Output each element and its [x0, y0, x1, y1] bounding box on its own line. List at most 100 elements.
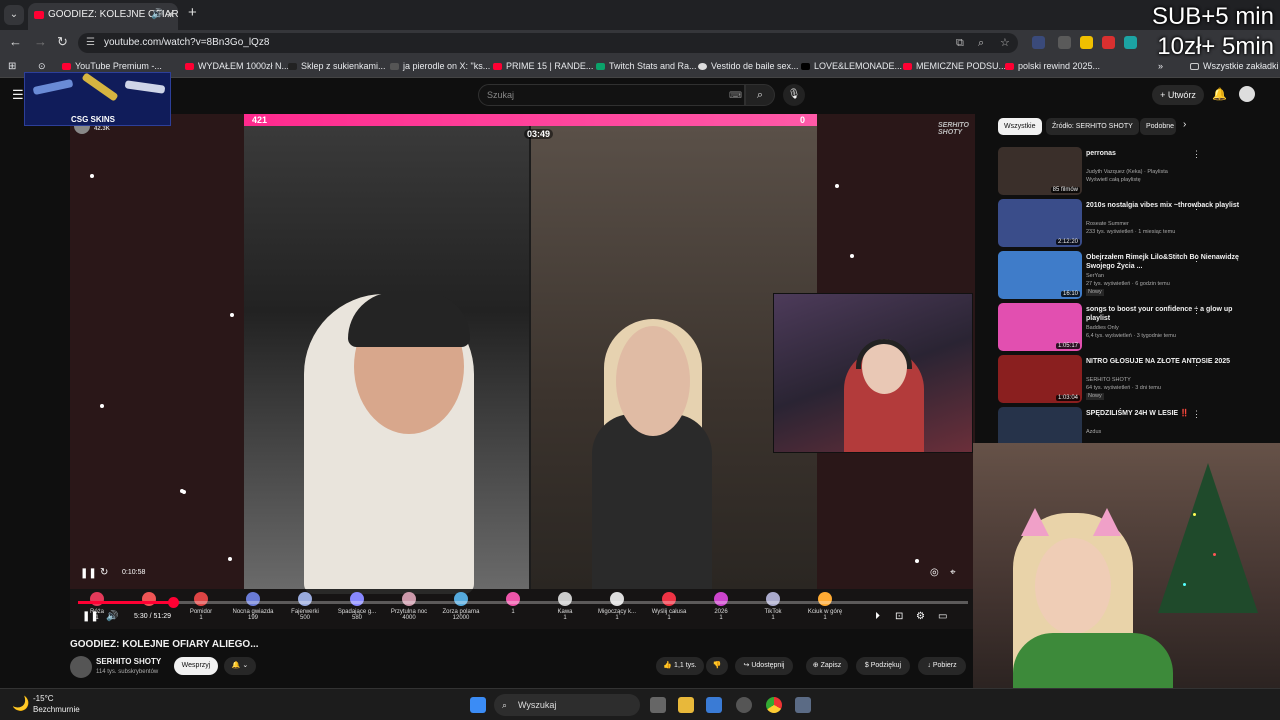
miniplayer-icon[interactable]: ▭ [938, 611, 947, 622]
settings-gear-icon[interactable]: ⚙ [916, 611, 925, 622]
keyboard-icon[interactable]: ⌨ [729, 85, 742, 105]
browser-tab-youtube[interactable]: GOODIEZ: KOLEJNE OFIARY 🔊 ✕ [28, 3, 178, 30]
more-options-icon[interactable]: ⋮ [1192, 253, 1201, 264]
more-options-icon[interactable]: ⋮ [1192, 201, 1201, 212]
bookmark-star-icon[interactable]: ☆ [1000, 33, 1010, 53]
bookmark-item[interactable]: MEMICZNE PODSU... [903, 61, 1006, 71]
more-options-icon[interactable]: ⋮ [1192, 409, 1201, 420]
install-app-icon[interactable]: ⧉ [956, 33, 964, 53]
gift-item[interactable]: Przytulna noc 4000 [387, 592, 431, 621]
gift-item[interactable]: Kawa 1 [543, 592, 587, 621]
recommended-title[interactable]: Obejrzałem Rimejk Lilo&Stitch Bo Nienawi… [1086, 253, 1246, 271]
recommended-video[interactable]: 85 filmów perronas Judyth Vazquez (Keka) ·… [998, 147, 1270, 195]
start-icon[interactable] [470, 697, 486, 713]
file-explorer-icon[interactable] [678, 697, 694, 713]
back-icon[interactable]: ← [9, 34, 22, 49]
gift-item[interactable]: Kciuk w górę 1 [803, 592, 847, 621]
support-button[interactable]: Wesprzyj [174, 657, 218, 675]
bookmark-item[interactable]: YouTube Premium -... [62, 61, 162, 71]
target-icon[interactable]: ◎ [930, 567, 939, 578]
forward-icon[interactable]: → [34, 34, 47, 49]
pause-icon[interactable]: ❚❚ [80, 568, 97, 579]
apps-grid-icon[interactable]: ⊞ [8, 61, 16, 72]
gift-item[interactable]: Wyślij całusa 1 [647, 592, 691, 621]
close-tab-icon[interactable]: ✕ [166, 3, 175, 27]
extension-icon[interactable] [1102, 36, 1115, 49]
recommended-title[interactable]: perronas [1086, 149, 1246, 158]
create-button[interactable]: + Utwórz [1152, 85, 1204, 105]
extension-icon[interactable] [1080, 36, 1093, 49]
gift-item[interactable]: Fajerwerki 500 [283, 592, 327, 621]
extension-icon[interactable] [1058, 36, 1071, 49]
zoom-icon[interactable]: ⌕ [978, 33, 984, 53]
subtitles-icon[interactable]: ⊡ [895, 611, 903, 622]
notifications-bell-button[interactable]: 🔔 ⌄ [224, 657, 256, 675]
play-pause-icon[interactable]: ❚❚ [82, 611, 99, 622]
recommended-video[interactable]: 1:05:17 songs to boost your confidence ~ … [998, 303, 1270, 351]
channel-avatar[interactable] [70, 656, 92, 678]
search-input[interactable]: Szukaj ⌨ [478, 84, 745, 106]
like-button[interactable]: 👍 1,1 tys. [656, 657, 704, 675]
site-info-icon[interactable]: ☰ [86, 33, 95, 53]
gift-item[interactable]: Nocna gwiazda 199 [231, 592, 275, 621]
crosshair-icon[interactable]: ⌖ [950, 567, 956, 578]
store-icon[interactable] [706, 697, 722, 713]
gift-item[interactable]: Spadające g... 580 [335, 592, 379, 621]
save-button[interactable]: ⊕ Zapisz [806, 657, 848, 675]
replay-icon[interactable]: ↻ [100, 567, 108, 578]
weather-icon[interactable]: 🌙 [12, 695, 29, 712]
extension-icon[interactable] [1032, 36, 1045, 49]
tab-search-button[interactable]: ⌄ [4, 5, 24, 25]
bookmark-item[interactable]: ja pierodle on X: "ks... [390, 61, 490, 71]
bookmark-item[interactable]: LOVE&LEMONADE... [801, 61, 902, 71]
chip-all[interactable]: Wszystkie [998, 118, 1042, 135]
recommended-title[interactable]: SPĘDZILIŚMY 24H W LESIE ‼️ [1086, 409, 1246, 418]
recommended-video[interactable]: 1:03:04 NITRO GŁOSUJE NA ZŁOTE ANTOSIE 20… [998, 355, 1270, 403]
bell-icon[interactable]: 🔔 [1212, 87, 1227, 101]
video-progress-bar[interactable] [78, 597, 968, 608]
chrome-icon[interactable] [766, 697, 782, 713]
taskbar-search[interactable]: ⌕ Wyszukaj [494, 694, 640, 716]
bookmark-folder-icon[interactable]: ⊙ [38, 61, 46, 72]
extension-icon[interactable] [1124, 36, 1137, 49]
search-button[interactable]: ⌕ [745, 84, 775, 106]
channel-name[interactable]: SERHITO SHOTY [96, 657, 161, 666]
recommended-title[interactable]: songs to boost your confidence ~ a glow … [1086, 305, 1246, 323]
thanks-button[interactable]: $ Podziękuj [856, 657, 910, 675]
voice-search-button[interactable]: 🎙 [783, 84, 805, 106]
menu-hamburger-icon[interactable]: ☰ [12, 87, 24, 103]
recommended-video[interactable]: 16:10 Obejrzałem Rimejk Lilo&Stitch Bo Ni… [998, 251, 1270, 299]
gift-item[interactable]: Migoczący k... 1 [595, 592, 639, 621]
chevron-right-icon[interactable]: › [1183, 119, 1186, 130]
more-options-icon[interactable]: ⋮ [1192, 305, 1201, 316]
tab-audio-icon[interactable]: 🔊 [151, 3, 163, 27]
volume-icon[interactable]: 🔊 [106, 611, 118, 622]
all-bookmarks-folder[interactable]: Wszystkie zakładki [1190, 61, 1279, 71]
more-options-icon[interactable]: ⋮ [1192, 149, 1201, 160]
reload-icon[interactable]: ↻ [57, 34, 68, 50]
dislike-button[interactable]: 👎 [706, 657, 728, 675]
download-button[interactable]: ↓ Pobierz [918, 657, 966, 675]
gift-item[interactable]: Zorza polarna 12000 [439, 592, 483, 621]
more-bookmarks-icon[interactable]: » [1158, 61, 1163, 71]
bookmark-item[interactable]: Twitch Stats and Ra... [596, 61, 697, 71]
gift-item[interactable]: 2026 1 [699, 592, 743, 621]
gift-item[interactable]: Pomidor 1 [179, 592, 223, 621]
new-tab-button[interactable]: + [188, 4, 197, 21]
chip-related[interactable]: Podobne [1140, 118, 1176, 135]
recommended-title[interactable]: NITRO GŁOSUJE NA ZŁOTE ANTOSIE 2025 [1086, 357, 1246, 366]
bookmark-item[interactable]: PRIME 15 | RANDE... [493, 61, 593, 71]
recommended-video[interactable]: 2:12:20 2010s nostalgia vibes mix ~throwb… [998, 199, 1270, 247]
bookmark-item[interactable]: polski rewind 2025... [1005, 61, 1100, 71]
autoplay-icon[interactable]: ⏵ [875, 611, 880, 622]
bookmark-item[interactable]: Sklep z sukienkami... [288, 61, 386, 71]
recommended-title[interactable]: 2010s nostalgia vibes mix ~throwback pla… [1086, 201, 1246, 210]
app-icon[interactable] [736, 697, 752, 713]
address-bar[interactable]: ☰ youtube.com/watch?v=8Bn3Go_lQz8 ⧉ ⌕ ☆ [78, 33, 1018, 53]
avatar[interactable] [1239, 86, 1255, 102]
bookmark-item[interactable]: Vestido de baile sex... [698, 61, 799, 71]
more-options-icon[interactable]: ⋮ [1192, 357, 1201, 368]
settings-icon[interactable] [795, 697, 811, 713]
share-button[interactable]: ↪ Udostępnij [735, 657, 793, 675]
task-view-icon[interactable] [650, 697, 666, 713]
